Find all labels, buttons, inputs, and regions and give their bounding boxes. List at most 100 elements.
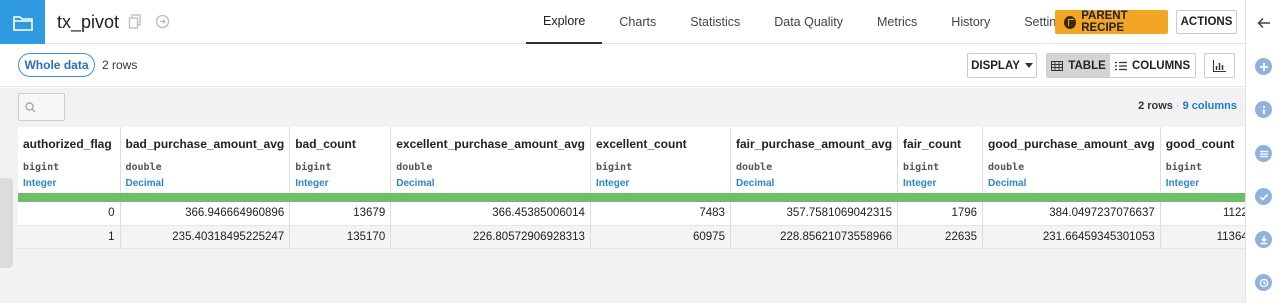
quality-bar[interactable] — [120, 193, 291, 202]
column-header[interactable]: fair_count bigint Integer — [897, 127, 984, 193]
table-cell[interactable]: 384.0497237076637 — [982, 202, 1161, 226]
parent-recipe-button[interactable]: PARENT RECIPE — [1055, 10, 1168, 34]
table-cell[interactable]: 7483 — [590, 202, 731, 226]
column-meaning-link[interactable]: Integer — [903, 178, 977, 189]
table-row[interactable]: 0 366.946664960896 13679 366.45385006014 748… — [18, 202, 1254, 226]
table-cell[interactable]: 228.85621073558966 — [730, 225, 899, 249]
arrow-left-icon[interactable] — [1255, 14, 1272, 31]
quality-bar[interactable] — [390, 193, 591, 202]
column-storage-type: double — [396, 162, 433, 173]
data-table: authorized_flagbigint Integer bad_purchase… — [18, 127, 1254, 249]
column-meaning-link[interactable]: Decimal — [988, 178, 1155, 189]
display-dropdown[interactable]: DISPLAY — [967, 53, 1037, 78]
list-icon[interactable] — [1255, 145, 1272, 162]
table-row[interactable]: 1 235.40318495225247 135170 226.80572906928… — [18, 225, 1254, 249]
table-cell[interactable]: 231.66459345301053 — [982, 225, 1161, 249]
summary-columns-link[interactable]: 9 columns — [1183, 100, 1237, 112]
column-header[interactable]: excellent_purchase_amount_avg double Decim… — [390, 127, 591, 193]
search-input[interactable] — [18, 93, 65, 121]
chevron-down-icon — [1024, 63, 1033, 68]
table-cell[interactable]: 0 — [18, 202, 121, 226]
dataset-toolbar: Whole data 2 rows DISPLAY TABLE COLUMNS — [0, 44, 1245, 87]
sample-selector-button[interactable]: Whole data — [18, 53, 95, 77]
column-header[interactable]: excellent_countbigint Integer — [590, 127, 731, 193]
column-storage-type: bigint — [295, 162, 332, 173]
tab-history[interactable]: History — [934, 0, 1007, 44]
table-cell[interactable]: 235.40318495225247 — [120, 225, 291, 249]
table-icon — [1051, 60, 1064, 71]
display-label: DISPLAY — [971, 59, 1020, 72]
column-meaning-link[interactable]: Integer — [596, 178, 725, 189]
column-header[interactable]: good_purchase_amount_avg double Decimal — [982, 127, 1161, 193]
table-cell[interactable]: 60975 — [590, 225, 731, 249]
table-cell[interactable]: 366.946664960896 — [120, 202, 291, 226]
info-icon[interactable] — [1255, 101, 1272, 118]
table-cell[interactable]: 357.7581069042315 — [730, 202, 899, 226]
column-stats-button[interactable] — [1204, 53, 1235, 78]
quality-bar[interactable] — [18, 193, 121, 202]
column-meaning-link[interactable]: Decimal — [396, 178, 585, 189]
tab-data-quality[interactable]: Data Quality — [757, 0, 860, 44]
table-cell[interactable]: 366.45385006014 — [390, 202, 591, 226]
copy-icon[interactable] — [128, 14, 144, 30]
column-meaning-link[interactable]: Decimal — [126, 178, 285, 189]
table-cell[interactable]: 22635 — [897, 225, 984, 249]
table-cell[interactable]: 135170 — [289, 225, 392, 249]
table-cell[interactable]: 11364 — [1160, 225, 1254, 249]
table-cell[interactable]: 1796 — [897, 202, 984, 226]
column-storage-type: double — [125, 162, 162, 173]
dataset-name[interactable]: tx_pivot — [57, 12, 119, 33]
right-rail — [1245, 0, 1280, 303]
quality-bar[interactable] — [982, 193, 1161, 202]
quality-bar[interactable] — [730, 193, 899, 202]
table-summary: 2 rows · 9 columns — [1138, 100, 1237, 112]
column-storage-type: bigint — [23, 162, 60, 173]
check-icon[interactable] — [1255, 188, 1272, 205]
header-row: authorized_flagbigint Integer bad_purchase… — [18, 127, 1254, 193]
column-header[interactable]: bad_purchase_amount_avgdouble Decimal — [120, 127, 291, 193]
side-panel-handle[interactable] — [0, 178, 13, 268]
column-name: good_count — [1165, 137, 1235, 151]
column-meaning-link[interactable]: Decimal — [736, 178, 892, 189]
column-name: bad_count — [295, 137, 356, 151]
column-meaning-link[interactable]: Integer — [1166, 178, 1248, 189]
column-header[interactable]: bad_countbigint Integer — [289, 127, 392, 193]
download-icon[interactable] — [1255, 231, 1272, 248]
quality-bar[interactable] — [289, 193, 392, 202]
column-name: authorized_flag — [23, 137, 112, 151]
column-meaning-link[interactable]: Integer — [23, 178, 115, 189]
column-storage-type: bigint — [903, 162, 940, 173]
tab-charts[interactable]: Charts — [602, 0, 673, 44]
column-name: excellent_count — [595, 137, 687, 151]
column-header[interactable]: good_count bigint Integer — [1160, 127, 1254, 193]
summary-rows: 2 rows — [1138, 100, 1173, 112]
columns-view-label: COLUMNS — [1132, 59, 1191, 72]
column-name: bad_purchase_amount_avg — [125, 137, 285, 151]
summary-separator: · — [1175, 100, 1180, 112]
list-icon — [1115, 61, 1127, 70]
quality-bar[interactable] — [1160, 193, 1254, 202]
tab-explore[interactable]: Explore — [526, 0, 603, 44]
table-cell[interactable]: 226.80572906928313 — [390, 225, 591, 249]
history-icon[interactable] — [1255, 274, 1272, 291]
sync-icon[interactable] — [155, 14, 171, 30]
tab-statistics[interactable]: Statistics — [673, 0, 757, 44]
column-storage-type: double — [735, 162, 773, 173]
table-view-button[interactable]: TABLE — [1047, 54, 1111, 77]
table-cell[interactable]: 1122 — [1160, 202, 1254, 226]
column-storage-type: bigint — [595, 162, 633, 173]
table-cell[interactable]: 1 — [18, 225, 121, 249]
column-header[interactable]: authorized_flagbigint Integer — [18, 127, 121, 193]
quality-bar[interactable] — [590, 193, 731, 202]
table-cell[interactable]: 13679 — [289, 202, 392, 226]
plus-icon[interactable] — [1255, 58, 1272, 75]
tab-metrics[interactable]: Metrics — [860, 0, 934, 44]
dataset-folder-icon[interactable] — [0, 0, 45, 44]
actions-button[interactable]: ACTIONS — [1176, 10, 1237, 34]
dataset-explore-view: tx_pivot Explore Charts Statistics Data … — [0, 0, 1280, 303]
view-tabs: Explore Charts Statistics Data Quality M… — [526, 0, 1086, 44]
columns-view-button[interactable]: COLUMNS — [1110, 54, 1195, 77]
quality-bar[interactable] — [897, 193, 984, 202]
column-header[interactable]: fair_purchase_amount_avg double Decimal — [730, 127, 899, 193]
column-meaning-link[interactable]: Integer — [295, 178, 385, 189]
